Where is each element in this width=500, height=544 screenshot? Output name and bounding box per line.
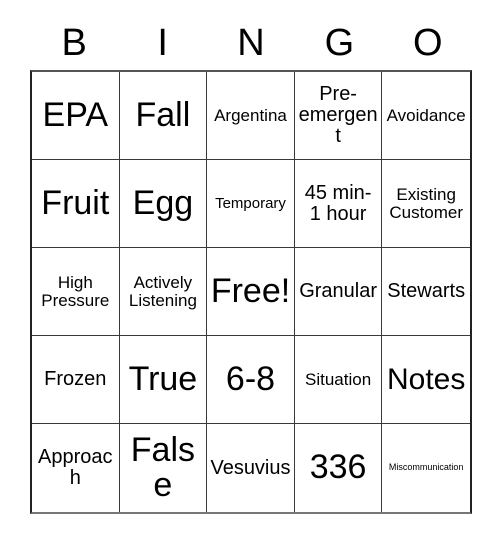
bingo-cell-r5c2[interactable]: False	[119, 424, 208, 512]
bingo-cell-r2c5[interactable]: Existing Customer	[382, 160, 470, 248]
bingo-header-row: B I N G O	[30, 16, 472, 70]
bingo-cell-free-space[interactable]: Free!	[207, 248, 295, 336]
bingo-cell-r5c3[interactable]: Vesuvius	[207, 424, 295, 512]
bingo-cell-r5c5[interactable]: Miscommunication	[382, 424, 470, 512]
bingo-cell-label: Notes	[387, 362, 466, 396]
bingo-cell-label: EPA	[42, 95, 109, 134]
bingo-cell-r1c3[interactable]: Argentina	[207, 72, 295, 160]
bingo-cell-label: 6-8	[225, 359, 276, 398]
bingo-cell-r2c4[interactable]: 45 min- 1 hour	[294, 160, 383, 248]
bingo-cell-r1c5[interactable]: Avoidance	[382, 72, 470, 160]
bingo-cell-label: Situation	[305, 369, 372, 389]
bingo-free-space-label: Free!	[210, 271, 291, 310]
bingo-cell-label: Fruit	[41, 183, 110, 222]
bingo-cell-r3c2[interactable]: Actively Listening	[119, 248, 208, 336]
bingo-cell-label: Avoidance	[386, 105, 466, 125]
bingo-cell-label: Egg	[132, 183, 194, 222]
bingo-cell-r3c5[interactable]: Stewarts	[382, 248, 470, 336]
bingo-cell-label: 45 min- 1 hour	[304, 181, 372, 225]
bingo-cell-label: Existing Customer	[389, 184, 464, 222]
bingo-cell-label: High Pressure	[41, 272, 110, 310]
bingo-cell-label: Granular	[299, 280, 377, 303]
bingo-cell-r5c4[interactable]: 336	[294, 424, 383, 512]
bingo-cell-r2c3[interactable]: Temporary	[207, 160, 295, 248]
bingo-header-letter-o: O	[413, 22, 443, 64]
bingo-header-letter-g: G	[324, 22, 355, 64]
bingo-header-letter-b: B	[61, 22, 87, 64]
bingo-cell-label: True	[128, 359, 198, 398]
bingo-cell-label: Approach	[38, 446, 113, 489]
bingo-cell-r4c2[interactable]: True	[119, 336, 208, 424]
bingo-cell-label: Argentina	[214, 105, 287, 125]
bingo-cell-r3c1[interactable]: High Pressure	[32, 248, 120, 336]
bingo-cell-r1c2[interactable]: Fall	[119, 72, 208, 160]
bingo-cell-label: Fall	[135, 95, 191, 134]
bingo-cell-r1c4[interactable]: Pre-emergent	[294, 72, 383, 160]
bingo-header-letter-i: I	[157, 22, 168, 64]
bingo-cell-label: Temporary	[215, 194, 286, 212]
bingo-cell-label: Stewarts	[387, 280, 466, 303]
bingo-cell-r4c5[interactable]: Notes	[382, 336, 470, 424]
bingo-header-letter-n: N	[237, 22, 265, 64]
bingo-cell-r4c4[interactable]: Situation	[294, 336, 383, 424]
bingo-cell-label: Vesuvius	[210, 456, 291, 479]
bingo-card: B I N G O EPA Fall Argentina Pre-emergen…	[0, 0, 500, 544]
bingo-cell-r2c2[interactable]: Egg	[119, 160, 208, 248]
bingo-cell-r5c1[interactable]: Approach	[32, 424, 120, 512]
bingo-cell-label: 336	[309, 448, 367, 487]
bingo-cell-r4c3[interactable]: 6-8	[207, 336, 295, 424]
bingo-cell-r2c1[interactable]: Fruit	[32, 160, 120, 248]
bingo-cell-label: Miscommunication	[388, 462, 464, 473]
bingo-cell-label: Actively Listening	[128, 272, 197, 310]
bingo-cell-r1c1[interactable]: EPA	[32, 72, 120, 160]
bingo-cell-label: Frozen	[44, 368, 107, 391]
bingo-cell-r3c4[interactable]: Granular	[294, 248, 383, 336]
bingo-cell-label: False	[130, 430, 195, 504]
bingo-grid: EPA Fall Argentina Pre-emergent Avoidanc…	[30, 70, 472, 514]
bingo-cell-r4c1[interactable]: Frozen	[32, 336, 120, 424]
bingo-cell-label: Pre-emergent	[298, 83, 378, 147]
